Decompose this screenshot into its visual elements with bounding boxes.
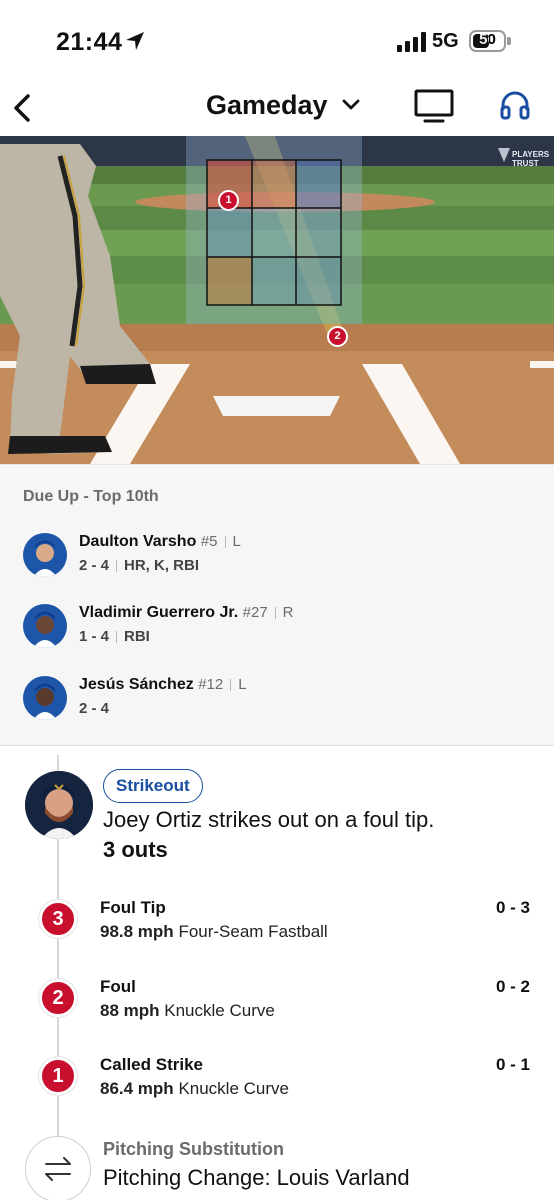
- pitch-marker-number: 1: [225, 194, 232, 206]
- pitch-detail: 98.8 mph Four-Seam Fastball: [100, 922, 328, 942]
- substitution-label: Pitching Substitution: [103, 1139, 284, 1159]
- pitch-speed: 88 mph: [100, 1001, 160, 1020]
- outs-count: 3 outs: [103, 837, 168, 862]
- pitch-row[interactable]: 3 Foul Tip 98.8 mph Four-Seam Fastball 0…: [0, 898, 554, 958]
- headphones-icon[interactable]: [498, 88, 532, 122]
- player-avatar: [23, 604, 67, 648]
- player-number: #5: [200, 533, 218, 550]
- pitch-name: Knuckle Curve: [164, 1001, 275, 1020]
- substitution-description: Pitching Change: Louis Varland: [103, 1165, 410, 1190]
- due-up-title: Due Up - Top 10th: [23, 488, 159, 505]
- pitch-number-badge: 2: [39, 979, 77, 1017]
- pitch-result: Foul: [100, 977, 136, 996]
- pitch-marker-2[interactable]: 2: [327, 326, 348, 347]
- pitch-row[interactable]: 1 Called Strike 86.4 mph Knuckle Curve 0…: [0, 1055, 554, 1115]
- player-number: #27: [242, 604, 268, 621]
- status-time: 21:44: [56, 28, 123, 56]
- tv-icon[interactable]: [413, 88, 455, 124]
- player-batting-line: 2 - 4: [79, 700, 110, 717]
- pitch-count: 0 - 2: [495, 977, 530, 996]
- player-name-line: Daulton Varsho #5 L: [79, 533, 241, 551]
- pitch-detail: 86.4 mph Knuckle Curve: [100, 1079, 289, 1099]
- due-up-player[interactable]: Daulton Varsho #5 L 2 - 4 HR, K, RBI: [0, 533, 554, 583]
- nav-bar: Gameday: [0, 80, 554, 136]
- battery-level: 50: [479, 31, 496, 48]
- player-name-line: Vladimir Guerrero Jr. #27 R: [79, 604, 294, 622]
- pitch-result: Called Strike: [100, 1055, 203, 1074]
- player-hand: L: [232, 533, 241, 550]
- player-batting-line: 2 - 4: [79, 557, 110, 574]
- player-name-line: Jesús Sánchez #12 L: [79, 676, 247, 694]
- player-stats-line: 2 - 4 HR, K, RBI: [79, 557, 199, 574]
- pitch-name: Knuckle Curve: [178, 1079, 289, 1098]
- gameday-title[interactable]: Gameday: [206, 90, 328, 121]
- pitch-number-badge: 1: [39, 1057, 77, 1095]
- player-hand: R: [282, 604, 294, 621]
- player-batting-line: 1 - 4: [79, 628, 110, 645]
- player-stats-line: 2 - 4: [79, 700, 109, 717]
- pitch-marker-number: 2: [334, 330, 341, 342]
- batter-avatar[interactable]: [25, 771, 93, 839]
- pitch-row[interactable]: 2 Foul 88 mph Knuckle Curve 0 - 2: [0, 977, 554, 1037]
- cellular-signal-icon: [397, 32, 426, 52]
- network-type: 5G: [432, 30, 459, 52]
- pitch-name: Four-Seam Fastball: [178, 922, 328, 941]
- player-events: HR, K, RBI: [124, 557, 200, 574]
- players-trust-logo-text: PLAYERS TRUST: [512, 150, 550, 168]
- pitch-count: 0 - 1: [495, 1055, 530, 1074]
- status-bar: 21:44 5G 50: [0, 0, 554, 80]
- substitution-swap-icon: [25, 1136, 91, 1200]
- player-hand: L: [238, 676, 247, 693]
- due-up-player[interactable]: Jesús Sánchez #12 L 2 - 4: [0, 676, 554, 726]
- player-name: Jesús Sánchez: [79, 676, 194, 693]
- back-button[interactable]: [8, 88, 38, 128]
- player-avatar: [23, 533, 67, 577]
- field-illustration: [0, 136, 554, 464]
- play-feed: Strikeout Joey Ortiz strikes out on a fo…: [0, 747, 554, 1200]
- player-avatar: [23, 676, 67, 720]
- location-arrow-icon: [126, 32, 144, 50]
- pitch-count: 0 - 3: [495, 898, 530, 917]
- due-up-player[interactable]: Vladimir Guerrero Jr. #27 R 1 - 4 RBI: [0, 604, 554, 654]
- play-description: Joey Ortiz strikes out on a foul tip.: [103, 807, 435, 832]
- pitch-speed: 86.4 mph: [100, 1079, 174, 1098]
- player-events: RBI: [124, 628, 150, 645]
- player-name: Vladimir Guerrero Jr.: [79, 604, 239, 621]
- battery-icon: 50: [469, 30, 511, 52]
- player-number: #12: [198, 676, 224, 693]
- chevron-down-icon[interactable]: [342, 98, 360, 112]
- due-up-section: Due Up - Top 10th Daulton Varsho #5 L 2 -…: [0, 464, 554, 746]
- player-stats-line: 1 - 4 RBI: [79, 628, 150, 645]
- pitch-speed: 98.8 mph: [100, 922, 174, 941]
- pitch-marker-1[interactable]: 1: [218, 190, 239, 211]
- player-name: Daulton Varsho: [79, 533, 197, 550]
- pitch-number-badge: 3: [39, 900, 77, 938]
- pitch-detail: 88 mph Knuckle Curve: [100, 1001, 275, 1021]
- pitch-result: Foul Tip: [100, 898, 166, 917]
- strikeout-badge: Strikeout: [103, 769, 203, 803]
- gameday-field-view[interactable]: PLAYERS TRUST 1 2: [0, 136, 554, 464]
